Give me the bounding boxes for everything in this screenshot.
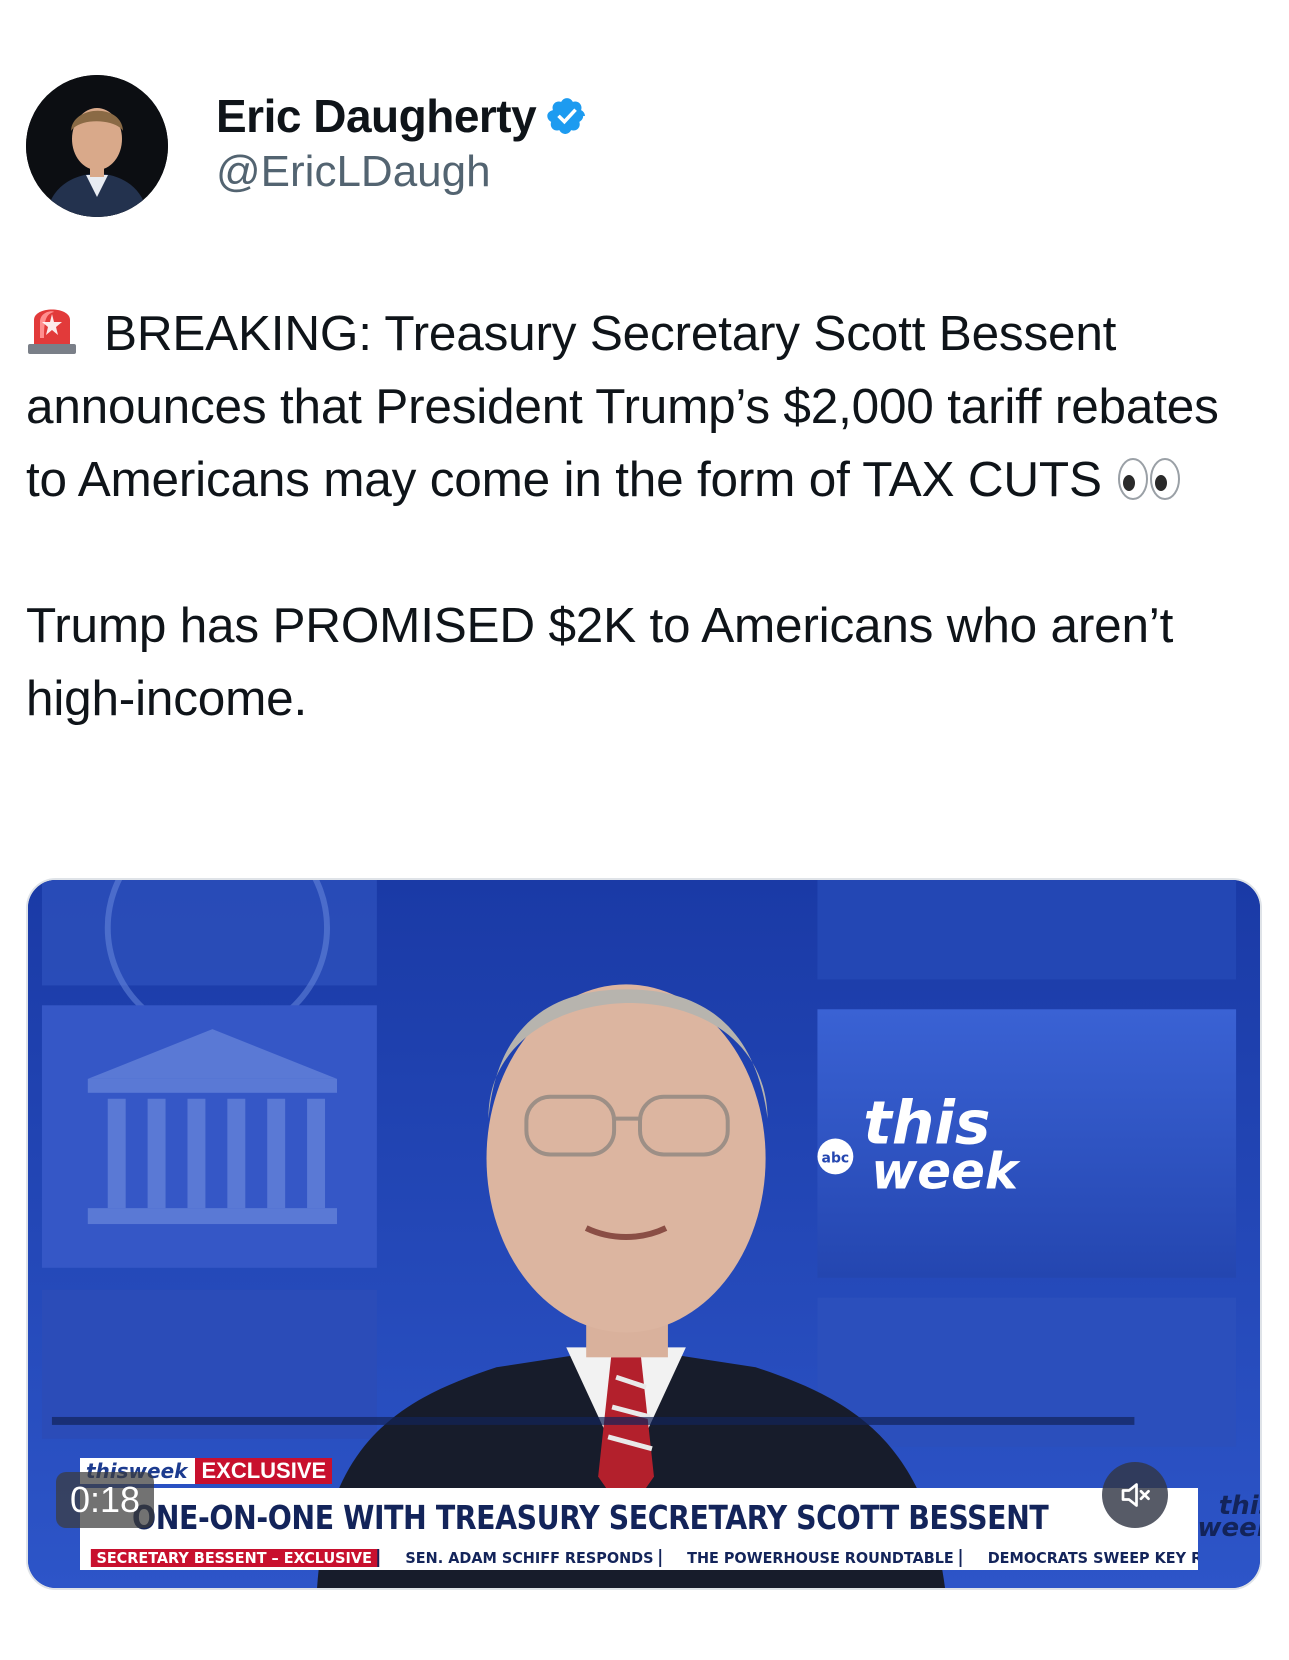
eyes-emoji-icon [1116, 449, 1182, 500]
profile-photo-icon [26, 75, 168, 217]
news-ticker: SECRETARY BESSENT – EXCLUSIVE SEN. ADAM … [80, 1546, 1198, 1570]
tweet-paragraph-1: BREAKING: Treasury Secretary Scott Besse… [26, 297, 1266, 516]
tweet-body: BREAKING: Treasury Secretary Scott Besse… [26, 297, 1266, 735]
video-timestamp: 0:18 [56, 1472, 155, 1528]
studio-abc-badge: abc [822, 1150, 850, 1166]
ticker-item: SECRETARY BESSENT – EXCLUSIVE [90, 1549, 380, 1567]
ticker-item: THE POWERHOUSE ROUNDTABLE [682, 1549, 962, 1567]
user-handle[interactable]: @EricLDaugh [216, 147, 588, 197]
video-player[interactable]: abc this week thisweek EXCLUSIVE ONE-ON-… [26, 878, 1262, 1590]
bar-logo-week: week [1197, 1513, 1260, 1543]
headline-text: ONE-ON-ONE WITH TREASURY SECRETARY SCOTT… [132, 1497, 1049, 1537]
headline-bar: ONE-ON-ONE WITH TREASURY SECRETARY SCOTT… [80, 1488, 1260, 1546]
exclusive-label: EXCLUSIVE [195, 1458, 333, 1484]
mute-button[interactable] [1102, 1462, 1168, 1528]
tweet-paragraph-2: Trump has PROMISED $2K to Americans who … [26, 598, 1174, 726]
ticker-item: SEN. ADAM SCHIFF RESPONDS [400, 1549, 662, 1567]
tweet-text-1: BREAKING: Treasury Secretary Scott Besse… [26, 306, 1219, 507]
ticker-item: DEMOCRATS SWEEP KEY RACES [982, 1549, 1198, 1567]
studio-logo-week: week [871, 1142, 1021, 1200]
police-light-emoji-icon [26, 298, 78, 356]
tweet-header: Eric Daugherty @EricLDaugh [26, 75, 588, 217]
display-name[interactable]: Eric Daugherty [216, 89, 537, 143]
headline-bar-logo: thisweek [1198, 1493, 1260, 1541]
avatar[interactable] [26, 75, 168, 217]
verified-badge-icon[interactable] [546, 95, 588, 137]
speaker-muted-icon [1121, 1483, 1150, 1507]
lower-third: thisweek EXCLUSIVE ONE-ON-ONE WITH TREAS… [80, 1458, 1260, 1570]
